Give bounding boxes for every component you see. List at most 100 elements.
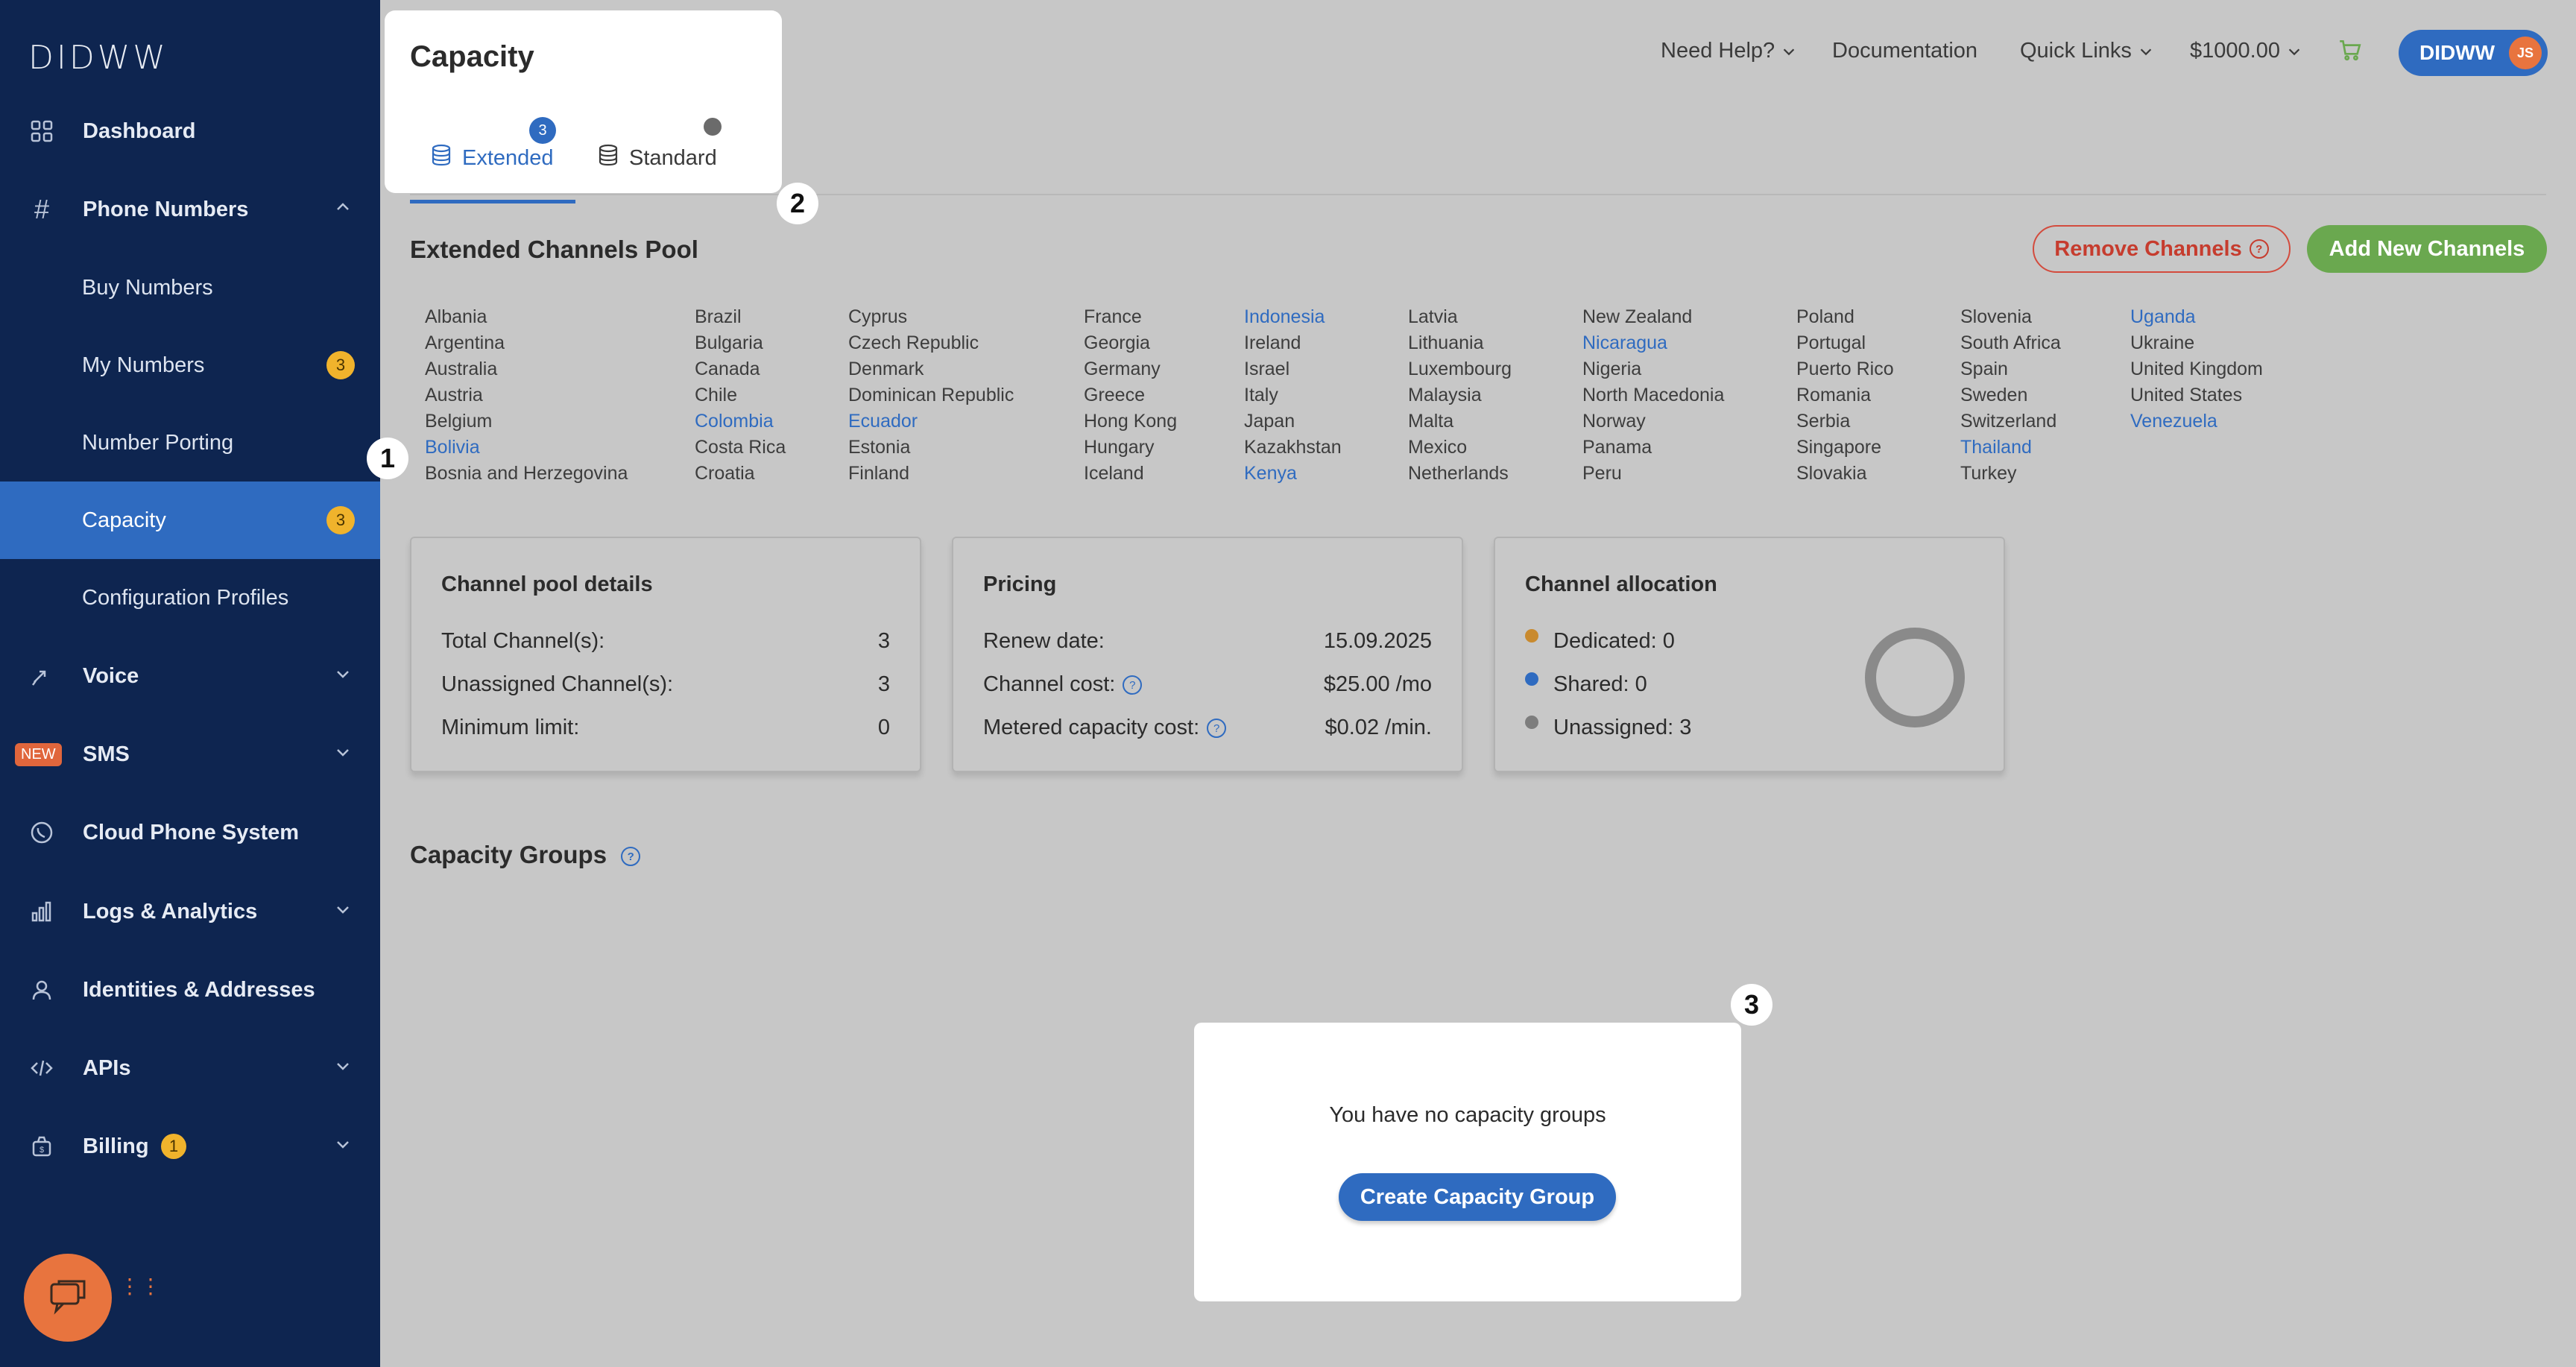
sidebar-item-phone-numbers[interactable]: # Phone Numbers bbox=[0, 171, 380, 248]
sidebar-item-configuration-profiles[interactable]: Configuration Profiles bbox=[0, 559, 380, 637]
svg-text:$: $ bbox=[40, 1146, 44, 1155]
capacity-groups-title: Capacity Groups ? bbox=[410, 841, 641, 869]
country-item: Bulgaria bbox=[695, 332, 763, 353]
country-item: Costa Rica bbox=[695, 437, 786, 458]
country-column: New Zealand Nicaragua Nigeria North Macedon… bbox=[1582, 304, 1724, 487]
page-title: Capacity bbox=[410, 40, 534, 73]
country-item: Dominican Republic bbox=[848, 385, 1014, 405]
detail-value: 3 bbox=[877, 672, 890, 696]
detail-label: Unassigned Channel(s): bbox=[441, 672, 674, 696]
remove-channels-button[interactable]: Remove Channels ? bbox=[2033, 225, 2291, 273]
country-item: Netherlands bbox=[1408, 463, 1509, 484]
sidebar-item-number-porting[interactable]: Number Porting bbox=[0, 404, 380, 482]
sidebar: DIDWW Dashboard # Phone Numbers Buy Numb… bbox=[0, 0, 380, 1367]
detail-value: 0 bbox=[877, 716, 890, 739]
sidebar-item-dashboard[interactable]: Dashboard bbox=[0, 92, 380, 170]
country-item: Switzerland bbox=[1960, 411, 2057, 432]
sidebar-item-my-numbers[interactable]: My Numbers 3 bbox=[0, 326, 380, 404]
country-item: Portugal bbox=[1796, 332, 1866, 353]
balance-menu[interactable]: $1000.00 bbox=[2190, 39, 2302, 63]
create-capacity-group-button[interactable]: Create Capacity Group bbox=[1339, 1173, 1616, 1221]
dashboard-icon bbox=[27, 116, 57, 146]
country-item: Slovakia bbox=[1796, 463, 1867, 484]
money-bag-icon: $ bbox=[27, 1131, 57, 1161]
hash-icon: # bbox=[34, 194, 50, 224]
tab-extended[interactable]: Extended bbox=[429, 143, 554, 173]
country-item: Panama bbox=[1582, 437, 1652, 458]
country-item: Latvia bbox=[1408, 306, 1458, 327]
detail-row: Total Channel(s): 3 bbox=[441, 629, 890, 654]
pricing-panel: Pricing Renew date: 15.09.2025 Channel c… bbox=[952, 537, 1463, 772]
step-marker-3: 3 bbox=[1731, 984, 1772, 1026]
help-icon: ? bbox=[2249, 239, 2269, 259]
legend-dot-unassigned bbox=[1525, 716, 1538, 729]
country-item: Albania bbox=[425, 306, 487, 327]
country-item: Austria bbox=[425, 385, 483, 405]
sidebar-item-buy-numbers[interactable]: Buy Numbers bbox=[0, 249, 380, 326]
tab-label: Extended bbox=[462, 145, 554, 170]
sidebar-item-billing[interactable]: $ Billing 1 bbox=[0, 1108, 380, 1185]
tab-standard[interactable]: Standard bbox=[596, 143, 717, 173]
new-tag: NEW bbox=[15, 742, 62, 766]
sidebar-item-cloud-phone-system[interactable]: Cloud Phone System bbox=[0, 794, 380, 871]
country-item: Kenya bbox=[1244, 463, 1297, 484]
chat-button[interactable] bbox=[24, 1254, 112, 1342]
help-icon[interactable]: ? bbox=[1123, 675, 1143, 695]
country-item: Argentina bbox=[425, 332, 505, 353]
quick-links-menu[interactable]: Quick Links bbox=[2020, 39, 2154, 63]
country-item: Sweden bbox=[1960, 385, 2028, 405]
avatar: JS bbox=[2509, 37, 2542, 69]
pool-title: Extended Channels Pool bbox=[410, 236, 698, 263]
sidebar-item-label: Logs & Analytics bbox=[83, 899, 258, 924]
sidebar-item-capacity[interactable]: Capacity 3 bbox=[0, 482, 380, 559]
country-item: Japan bbox=[1244, 411, 1295, 432]
sidebar-item-label: APIs bbox=[83, 1055, 131, 1080]
country-item: Nigeria bbox=[1582, 359, 1642, 379]
legend-dot-shared bbox=[1525, 672, 1538, 686]
active-tab-indicator bbox=[410, 200, 575, 203]
need-help-menu[interactable]: Need Help? bbox=[1661, 39, 1797, 63]
account-button[interactable]: DIDWW JS bbox=[2399, 30, 2548, 76]
country-item: North Macedonia bbox=[1582, 385, 1725, 405]
country-item: Bosnia and Herzegovina bbox=[425, 463, 628, 484]
phone-circle-icon bbox=[27, 818, 57, 847]
sidebar-item-logs-analytics[interactable]: Logs & Analytics bbox=[0, 873, 380, 950]
sidebar-item-label: Cloud Phone System bbox=[83, 820, 300, 844]
chevron-down-icon bbox=[334, 665, 352, 688]
legend-label: Shared: 0 bbox=[1553, 672, 1647, 696]
help-icon[interactable]: ? bbox=[1207, 719, 1227, 739]
step-marker-2: 2 bbox=[777, 183, 818, 224]
sidebar-item-label: Billing bbox=[83, 1134, 149, 1158]
country-item: Spain bbox=[1960, 359, 2008, 379]
drag-handle-icon[interactable]: ⋮⋮ bbox=[119, 1276, 161, 1297]
pricing-row: Metered capacity cost:? $0.02 /min. bbox=[983, 716, 1432, 740]
country-item: Mexico bbox=[1408, 437, 1468, 458]
sidebar-item-identities-addresses[interactable]: Identities & Addresses bbox=[0, 951, 380, 1029]
country-item: United Kingdom bbox=[2130, 359, 2263, 379]
sidebar-item-apis[interactable]: APIs bbox=[0, 1029, 380, 1107]
cart-icon[interactable] bbox=[2337, 37, 2363, 69]
sidebar-item-voice[interactable]: Voice bbox=[0, 637, 380, 715]
bar-chart-icon bbox=[27, 897, 57, 926]
legend-label: Unassigned: 3 bbox=[1553, 716, 1692, 739]
country-item: Ukraine bbox=[2130, 332, 2195, 353]
help-icon[interactable]: ? bbox=[621, 847, 641, 867]
add-new-channels-button[interactable]: Add New Channels bbox=[2307, 225, 2547, 273]
country-item: Kazakhstan bbox=[1244, 437, 1342, 458]
country-item: Uganda bbox=[2130, 306, 2196, 327]
legend-label: Dedicated: 0 bbox=[1553, 629, 1675, 653]
sidebar-item-sms[interactable]: NEW SMS bbox=[0, 716, 380, 793]
country-column: Brazil Bulgaria Canada Chile Colombia Costa R… bbox=[695, 304, 786, 487]
country-item: Belgium bbox=[425, 411, 493, 432]
country-item: Colombia bbox=[695, 411, 774, 432]
detail-row: Minimum limit: 0 bbox=[441, 716, 890, 740]
didww-logo[interactable]: DIDWW bbox=[28, 39, 168, 77]
detail-row: Unassigned Channel(s): 3 bbox=[441, 672, 890, 697]
country-item: Puerto Rico bbox=[1796, 359, 1894, 379]
allocation-donut-chart bbox=[1865, 628, 1965, 727]
country-item: Peru bbox=[1582, 463, 1622, 484]
country-item: Hong Kong bbox=[1084, 411, 1178, 432]
detail-label: Minimum limit: bbox=[441, 716, 580, 739]
documentation-link[interactable]: Documentation bbox=[1832, 39, 1977, 63]
country-item: Chile bbox=[695, 385, 737, 405]
